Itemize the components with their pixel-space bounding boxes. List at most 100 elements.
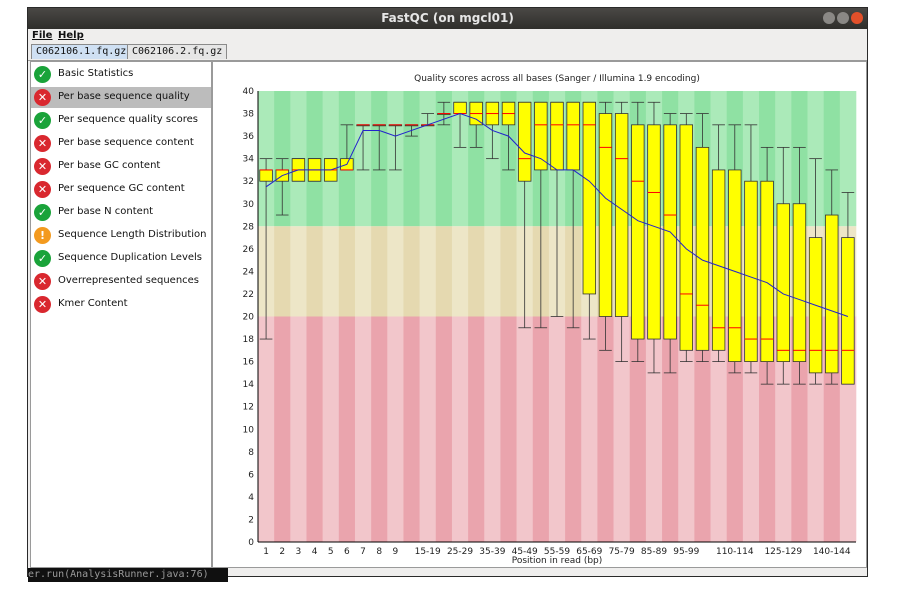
iqr-box	[679, 124, 694, 351]
bad-zone-band	[516, 316, 534, 542]
y-tick-label: 32	[243, 177, 254, 187]
tab-file-2[interactable]: C062106.2.fq.gz	[127, 44, 228, 59]
pass-status-icon: ✓	[34, 112, 51, 129]
module-label: Per base sequence quality	[58, 91, 190, 102]
module-item[interactable]: ✓ Per sequence quality scores	[31, 110, 211, 131]
x-tick-label: 3	[296, 547, 302, 557]
warn-zone-band	[387, 226, 404, 317]
maximize-button[interactable]	[837, 12, 849, 24]
module-item[interactable]: ✕ Per base sequence quality	[31, 87, 211, 108]
bad-zone-band	[484, 316, 501, 542]
good-zone-band	[419, 91, 437, 227]
bad-zone-band	[581, 316, 598, 542]
fail-status-icon: ✕	[34, 158, 51, 175]
iqr-box	[841, 237, 855, 385]
window-title: FastQC (on mgcl01)	[381, 11, 514, 25]
warn-status-icon: !	[34, 227, 51, 244]
module-item[interactable]: ✓ Basic Statistics	[31, 64, 211, 85]
y-tick-label: 8	[248, 448, 254, 458]
fail-status-icon: ✕	[34, 273, 51, 290]
x-tick-label: 75-79	[609, 547, 635, 557]
module-item[interactable]: ✕ Overrepresented sequences	[31, 271, 211, 292]
plot-panel: 0 2 4 6 8 10 12 14 16 18 20 22 24 26 28 30 32 34 36 38 40 1 2 3…	[212, 61, 867, 568]
y-tick-label: 2	[248, 515, 254, 525]
good-zone-band	[403, 91, 420, 227]
y-tick-label: 12	[243, 403, 254, 413]
iqr-box	[776, 203, 790, 363]
bad-zone-band	[532, 316, 550, 542]
iqr-box	[792, 203, 807, 363]
module-item[interactable]: ✓ Per base N content	[31, 202, 211, 223]
pass-status-icon: ✓	[34, 204, 51, 221]
module-list: ✓ Basic Statistics ✕ Per base sequence qual…	[30, 61, 212, 568]
x-tick-label: 2	[279, 547, 285, 557]
module-item[interactable]: ✕ Per base sequence content	[31, 133, 211, 154]
iqr-box	[598, 113, 613, 317]
iqr-box	[517, 101, 532, 182]
menu-bar: File Help	[28, 29, 867, 43]
iqr-box	[711, 169, 726, 351]
warn-zone-band	[484, 226, 501, 317]
menu-file[interactable]: File	[32, 30, 52, 41]
tab-file-1[interactable]: C062106.1.fq.gz	[31, 44, 132, 59]
bad-zone-band	[371, 316, 388, 542]
module-item[interactable]: ✓ Sequence Duplication Levels	[31, 248, 211, 269]
close-button[interactable]	[851, 12, 863, 24]
warn-zone-band	[306, 226, 323, 317]
x-tick-label: 8	[376, 547, 382, 557]
pass-status-icon: ✓	[34, 66, 51, 83]
x-tick-label: 110-114	[716, 547, 754, 557]
x-axis-label: Position in read (bp)	[512, 556, 603, 566]
x-tick-label: 15-19	[415, 547, 441, 557]
iqr-box	[760, 180, 774, 362]
module-label: Sequence Length Distribution	[58, 229, 207, 240]
module-label: Per sequence quality scores	[58, 114, 198, 125]
y-tick-label: 36	[243, 132, 255, 142]
fail-status-icon: ✕	[34, 135, 51, 152]
module-item[interactable]: ✕ Kmer Content	[31, 294, 211, 315]
module-label: Overrepresented sequences	[58, 275, 200, 286]
y-tick-label: 4	[248, 493, 254, 503]
menu-help[interactable]: Help	[58, 30, 84, 41]
iqr-box	[631, 124, 645, 340]
bad-zone-band	[500, 316, 517, 542]
module-label: Per base N content	[58, 206, 154, 217]
bad-zone-band	[290, 316, 307, 542]
warn-zone-band	[371, 226, 388, 317]
warn-zone-band	[290, 226, 307, 317]
file-tabs: C062106.1.fq.gz C062106.2.fq.gz	[28, 44, 867, 61]
minimize-button[interactable]	[823, 12, 835, 24]
bad-zone-band	[468, 316, 485, 542]
bad-zone-band	[338, 316, 356, 542]
module-item[interactable]: ✕ Per sequence GC content	[31, 179, 211, 200]
iqr-box	[566, 101, 580, 171]
quality-boxplot: 02468101214161820222426283032343638401 2 3…	[243, 74, 857, 566]
bad-zone-band	[419, 316, 437, 542]
bad-zone-band	[451, 316, 469, 542]
chart-title: Quality scores across all bases (Sanger …	[414, 74, 700, 84]
bad-zone-band	[387, 316, 404, 542]
pass-status-icon: ✓	[34, 250, 51, 267]
console-output: er.run(AnalysisRunner.java:76)	[28, 568, 228, 582]
iqr-box	[550, 101, 564, 171]
iqr-box	[744, 180, 758, 362]
module-label: Basic Statistics	[58, 68, 134, 79]
module-item[interactable]: ! Sequence Length Distribution	[31, 225, 211, 246]
warn-zone-band	[468, 226, 485, 317]
x-tick-label: 4	[312, 547, 318, 557]
y-tick-label: 10	[243, 425, 255, 435]
module-item[interactable]: ✕ Per base GC content	[31, 156, 211, 177]
iqr-box	[582, 101, 597, 295]
y-tick-label: 40	[243, 87, 255, 97]
x-tick-label: 9	[393, 547, 399, 557]
y-tick-label: 38	[243, 110, 255, 120]
bad-zone-band	[258, 316, 275, 542]
x-tick-label: 7	[360, 547, 366, 557]
iqr-box	[825, 214, 839, 374]
y-tick-label: 16	[243, 358, 255, 368]
iqr-box	[728, 169, 742, 363]
x-tick-label: 5	[328, 547, 334, 557]
fastqc-window: FastQC (on mgcl01) File Help C062106.1.f…	[28, 8, 867, 576]
y-tick-label: 6	[248, 470, 254, 480]
warn-zone-band	[500, 226, 517, 317]
